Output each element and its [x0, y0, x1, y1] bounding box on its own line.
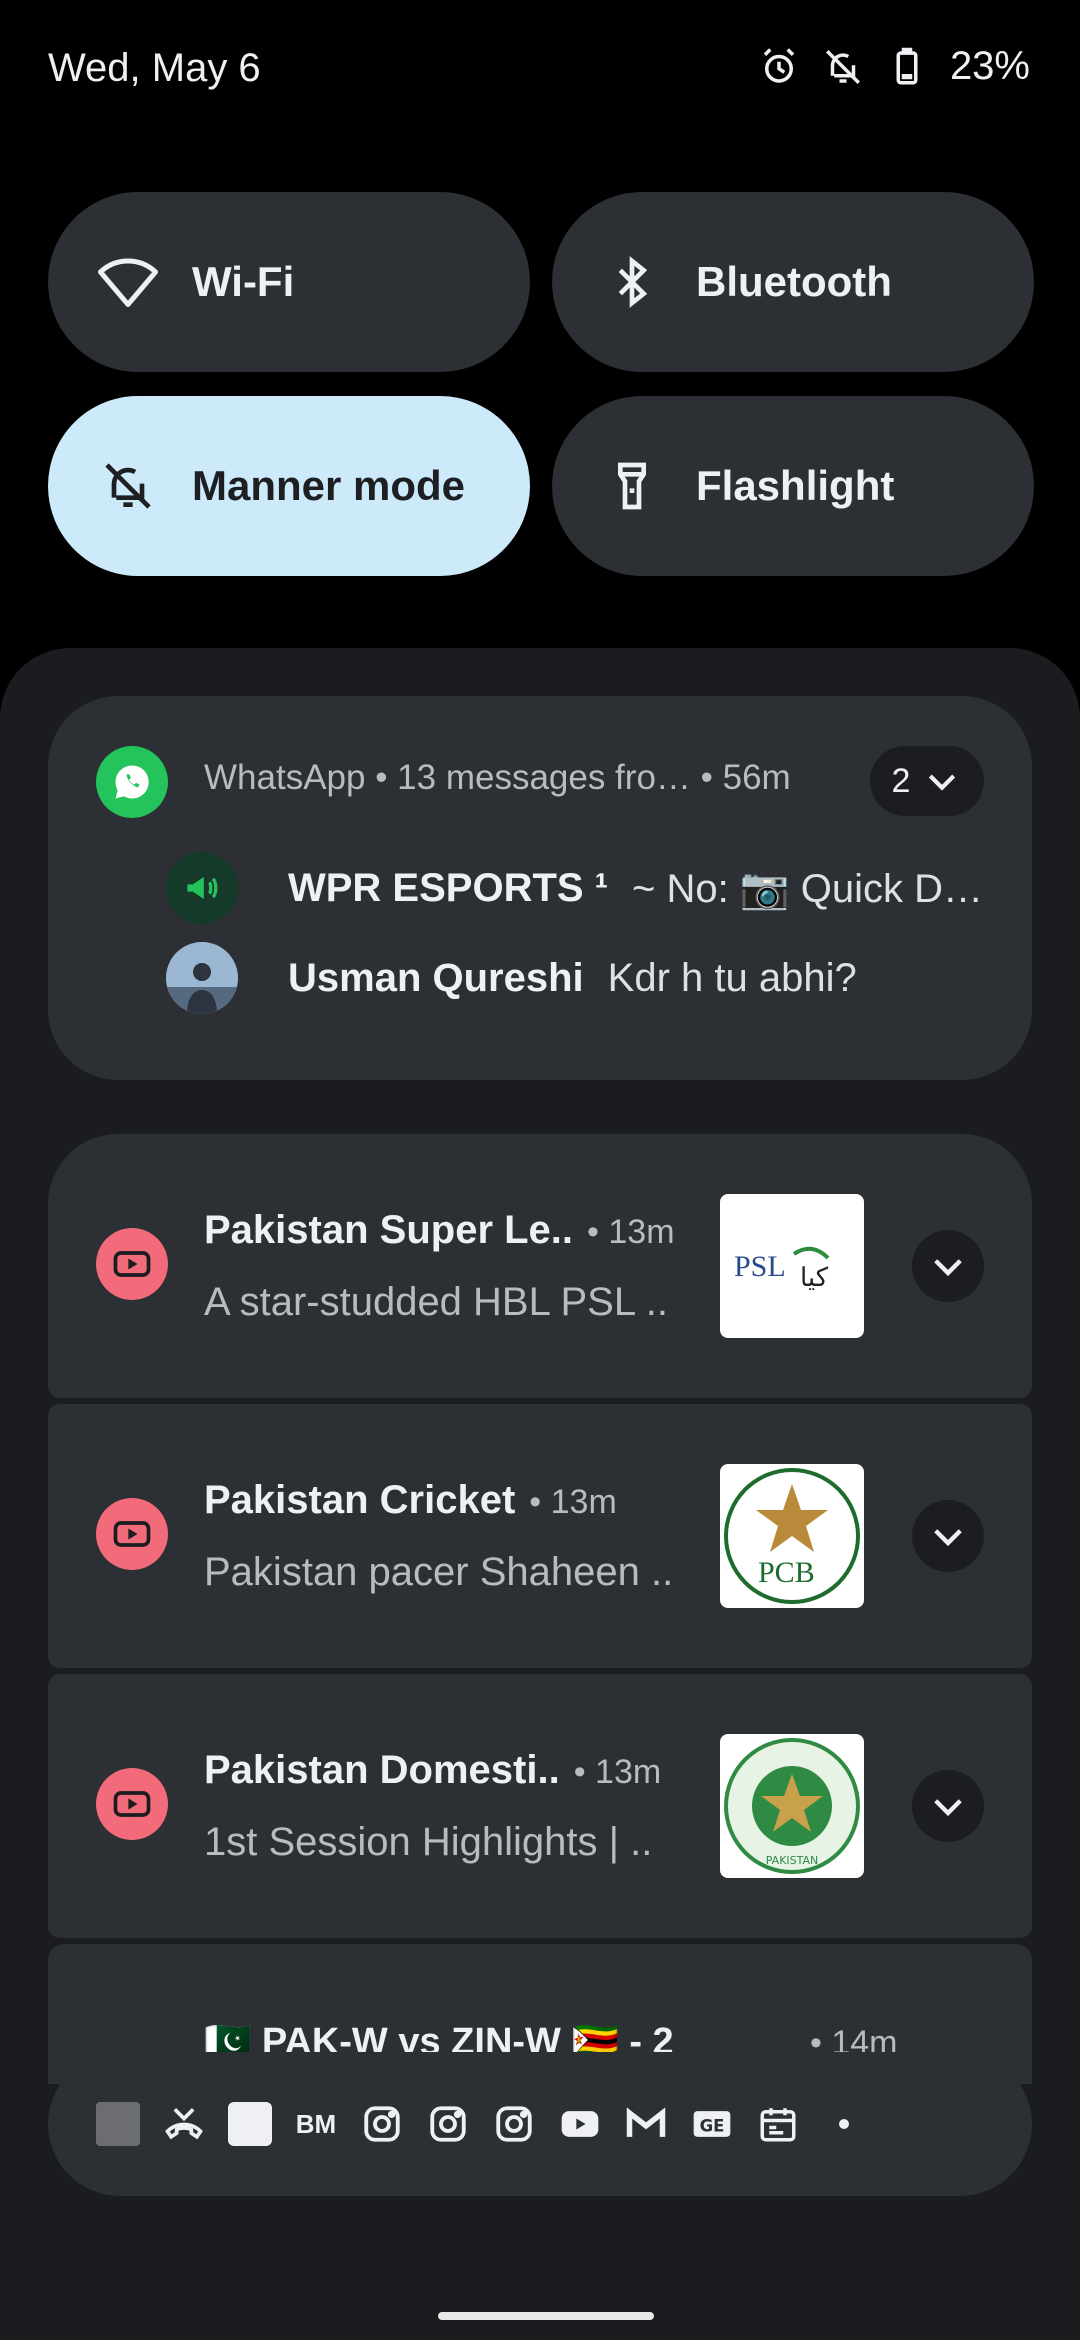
notification-title: Pakistan Domesti.. • 13m — [204, 1748, 662, 1792]
youtube-notification[interactable]: Pakistan Super Le.. • 13m A star-studded … — [48, 1134, 1032, 1398]
message-count-toggle[interactable]: 2 — [870, 746, 984, 816]
date-text: Wed, May 6 — [48, 46, 261, 90]
youtube-notification[interactable]: Pakistan Domesti.. • 13m 1st Session High… — [48, 1674, 1032, 1938]
youtube-notification[interactable]: Pakistan Cricket • 13m Pakistan pacer Sha… — [48, 1404, 1032, 1668]
gmail-icon — [624, 2102, 668, 2146]
svg-text:GE: GE — [700, 2116, 725, 2135]
chevron-down-icon — [934, 1529, 962, 1547]
youtube-icon — [96, 1768, 168, 1840]
bm-icon: BM — [295, 2108, 337, 2139]
news-icon: GE — [690, 2102, 734, 2146]
wifi-icon — [96, 250, 160, 314]
calendar-icon — [756, 2102, 800, 2146]
thumb-text: PCB — [758, 1556, 815, 1589]
group-avatar — [166, 852, 238, 924]
domestic-cricket-thumbnail: PAKISTAN — [720, 1734, 864, 1878]
instagram-icon — [426, 2102, 470, 2146]
status-bar: Wed, May 6 23% — [0, 0, 1080, 150]
person-icon — [166, 942, 238, 1014]
bluetooth-tile[interactable]: Bluetooth — [552, 192, 1034, 372]
whatsapp-icon — [96, 746, 168, 818]
notification-title: Pakistan Super Le.. • 13m — [204, 1208, 675, 1252]
megaphone-icon — [187, 877, 218, 899]
notification-body: Pakistan pacer Shaheen .. — [204, 1550, 674, 1594]
flashlight-tile[interactable]: Flashlight — [552, 396, 1034, 576]
app-icon-white — [228, 2102, 272, 2146]
whatsapp-notification[interactable]: WhatsApp • 13 messages fro… • 56m 2 WPR … — [48, 696, 1032, 1080]
whatsapp-header: WhatsApp • 13 messages fro… • 56m — [204, 758, 791, 797]
pcb-thumbnail: PCB — [720, 1464, 864, 1608]
app-icon-gray — [96, 2102, 140, 2146]
notification-body: A star-studded HBL PSL .. — [204, 1280, 668, 1324]
notification-title: Pakistan Cricket • 13m — [204, 1478, 617, 1522]
instagram-icon — [492, 2102, 536, 2146]
message-count: 2 — [891, 761, 911, 800]
bluetooth-label: Bluetooth — [696, 258, 892, 305]
flashlight-label: Flashlight — [696, 462, 895, 509]
message-sender: WPR ESPORTS ¹ — [288, 865, 609, 910]
chevron-down-icon — [934, 1799, 962, 1817]
message-text: ~ No: 📷 Quick D… — [632, 866, 984, 911]
manner-mode-tile[interactable]: Manner mode — [48, 396, 530, 576]
svg-text:کیا: کیا — [800, 1263, 829, 1293]
notification-shelf[interactable]: BM GE — [48, 2052, 1032, 2196]
psl-thumbnail: PSL کیا — [720, 1194, 864, 1338]
bluetooth-icon — [600, 250, 664, 314]
battery-percent: 23% — [949, 44, 1030, 88]
instagram-icon — [360, 2102, 404, 2146]
youtube-icon — [96, 1498, 168, 1570]
wifi-label: Wi-Fi — [192, 258, 295, 305]
bell-off-icon — [96, 454, 160, 518]
youtube-icon — [96, 1228, 168, 1300]
bell-off-icon — [822, 46, 864, 88]
notification-body: 1st Session Highlights | .. — [204, 1820, 653, 1864]
more-dot-icon — [822, 2102, 866, 2146]
expand-button[interactable] — [912, 1230, 984, 1302]
avatar — [166, 942, 238, 1014]
wifi-tile[interactable]: Wi-Fi — [48, 192, 530, 372]
thumb-text: PSL — [734, 1250, 786, 1283]
message-sender: Usman Qureshi — [288, 955, 584, 1000]
expand-button[interactable] — [912, 1770, 984, 1842]
gesture-handle[interactable] — [438, 2312, 654, 2320]
message-text: Kdr h tu abhi? — [607, 955, 857, 1000]
missed-call-icon — [162, 2102, 206, 2146]
manner-mode-label: Manner mode — [192, 462, 466, 509]
chevron-down-icon — [934, 1259, 962, 1277]
chevron-down-icon — [929, 774, 956, 791]
alarm-icon — [758, 46, 800, 88]
thumb-text: PAKISTAN — [766, 1854, 819, 1867]
message-row[interactable]: WPR ESPORTS ¹ ~ No: 📷 Quick D… — [166, 852, 983, 924]
expand-button[interactable] — [912, 1500, 984, 1572]
youtube-icon — [558, 2102, 602, 2146]
flashlight-icon — [600, 454, 664, 518]
battery-icon — [886, 46, 928, 88]
message-row[interactable]: Usman Qureshi Kdr h tu abhi? — [166, 942, 857, 1014]
